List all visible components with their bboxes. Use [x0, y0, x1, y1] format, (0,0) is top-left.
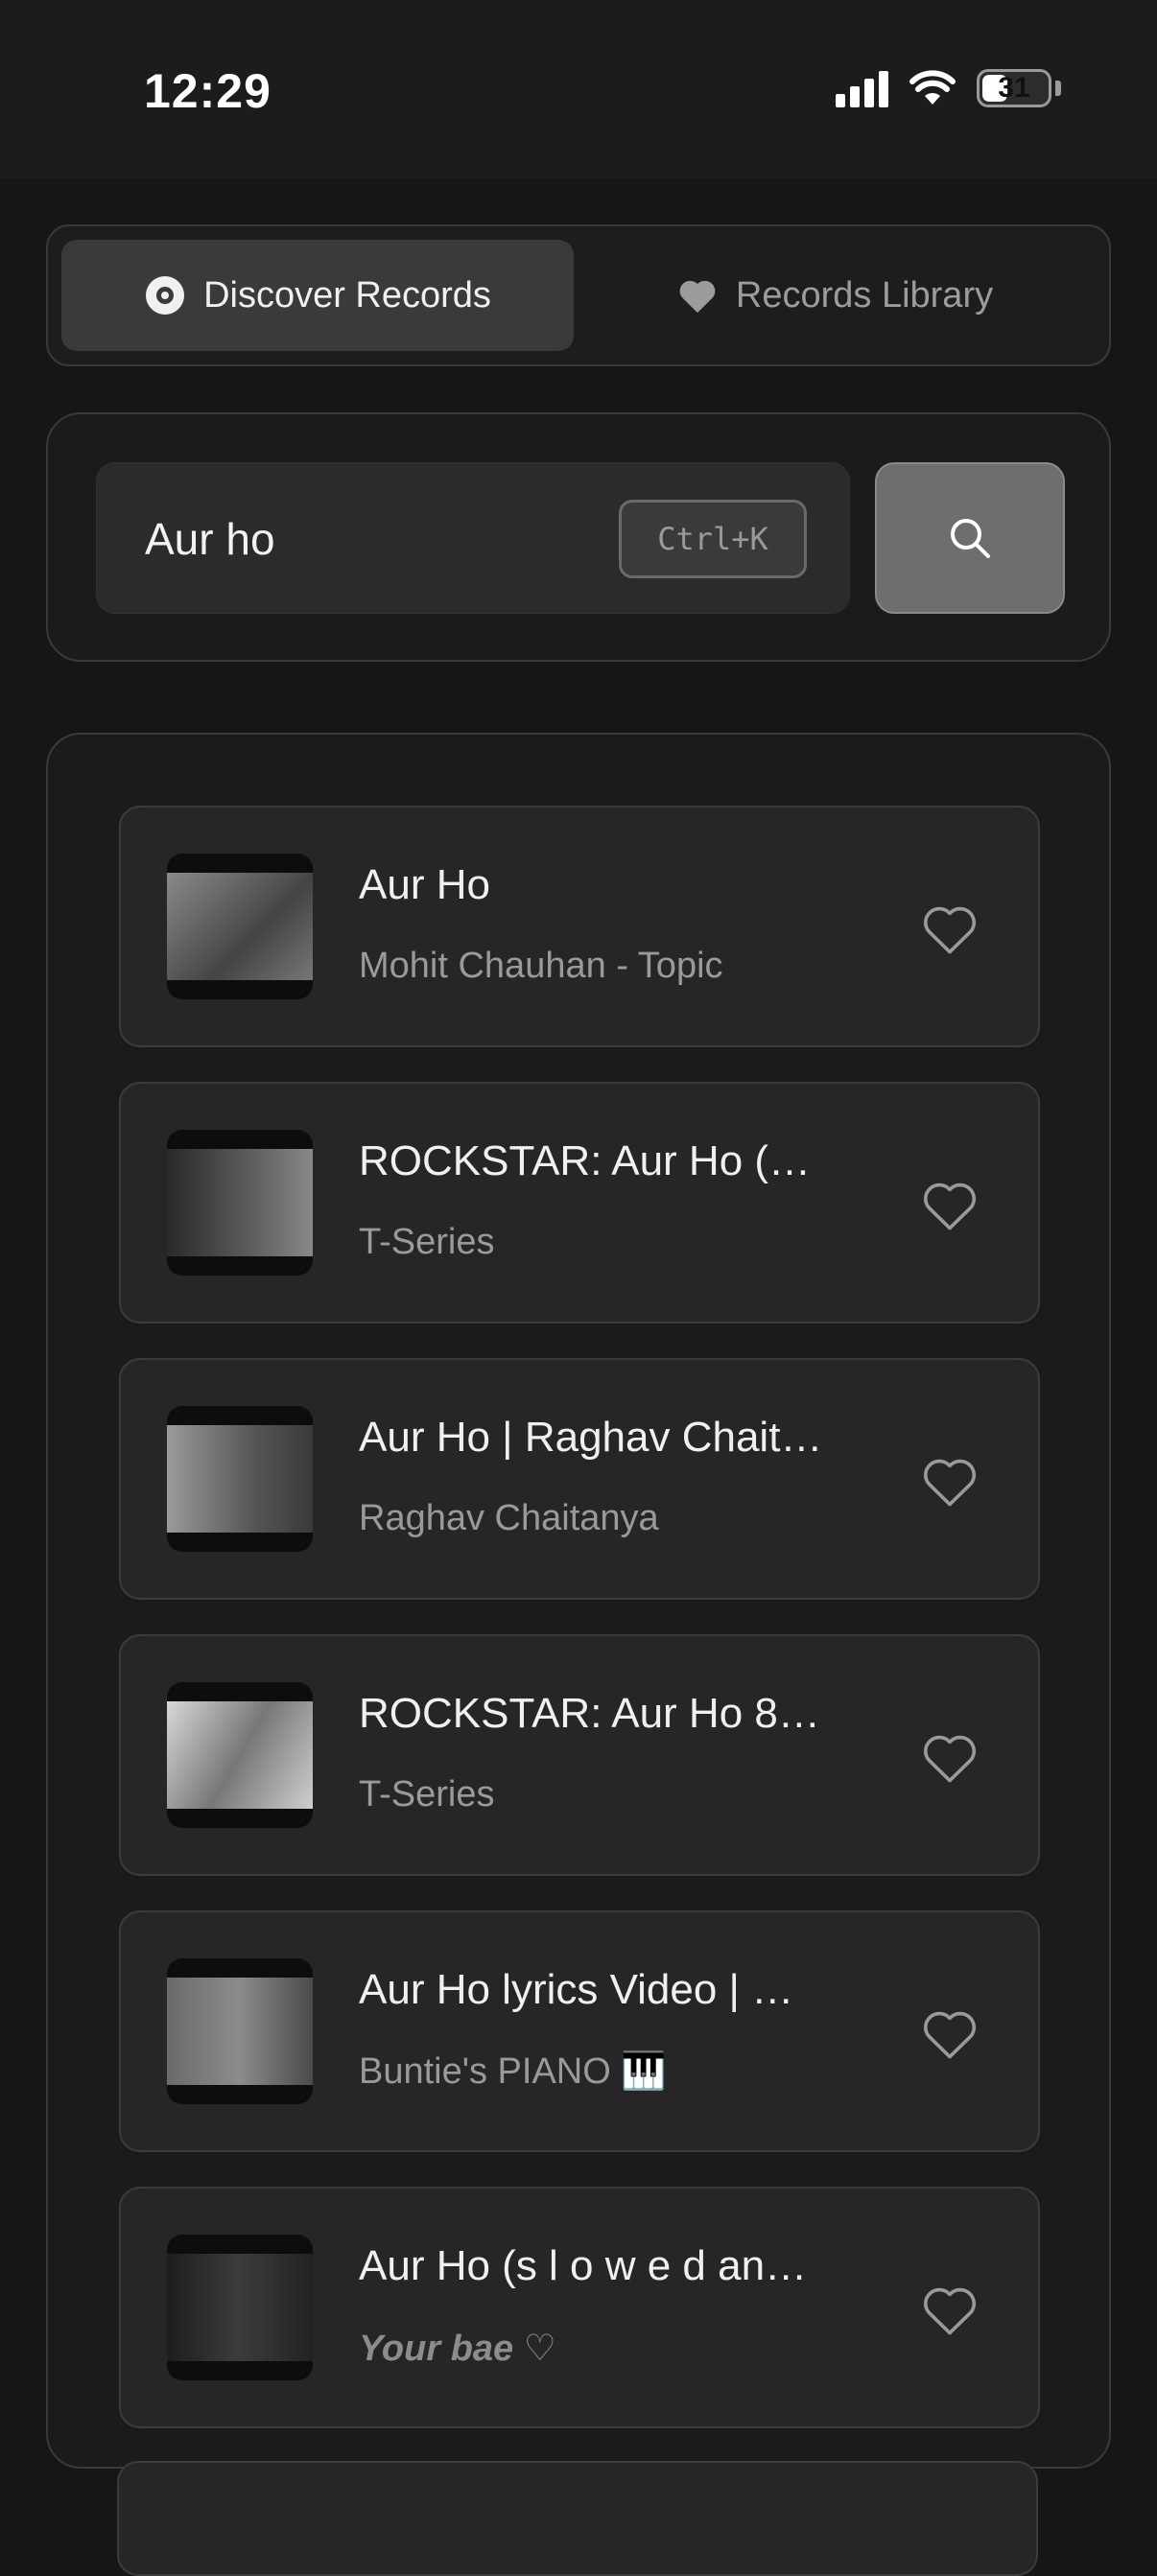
tab-records-library-label: Records Library: [735, 274, 994, 316]
favorite-button[interactable]: [915, 1172, 984, 1237]
album-thumbnail: [167, 1130, 313, 1276]
result-title: ROCKSTAR: Aur Ho 8…: [359, 1690, 820, 1737]
favorite-button[interactable]: [915, 2001, 984, 2066]
results-panel: Aur Ho Mohit Chauhan - Topic ROCKSTAR: A…: [46, 733, 1111, 2469]
search-card: Aur ho Ctrl+K: [46, 412, 1111, 662]
list-item[interactable]: Aur Ho Mohit Chauhan - Topic: [119, 806, 1040, 1047]
heart-outline-icon: [924, 906, 976, 954]
favorite-button[interactable]: [915, 896, 984, 961]
search-button[interactable]: [875, 462, 1065, 614]
battery-level: 31: [998, 72, 1030, 104]
tab-discover-records-label: Discover Records: [203, 274, 491, 316]
favorite-button[interactable]: [915, 1724, 984, 1790]
tab-records-library[interactable]: Records Library: [574, 240, 1096, 351]
tab-discover-records[interactable]: Discover Records: [61, 240, 574, 351]
list-item[interactable]: Aur Ho (s l o w e d an… Your bae ♡: [119, 2187, 1040, 2428]
view-tabs: Discover Records Records Library: [46, 224, 1111, 366]
heart-outline-icon: [924, 1735, 976, 1783]
result-artist: T-Series: [359, 1774, 495, 1815]
list-item[interactable]: ROCKSTAR: Aur Ho 8… T-Series: [119, 1634, 1040, 1876]
heart-outline-icon: [924, 1459, 976, 1507]
list-item-partial[interactable]: [117, 2461, 1038, 2576]
result-artist: T-Series: [359, 1222, 495, 1262]
results-list: Aur Ho Mohit Chauhan - Topic ROCKSTAR: A…: [119, 806, 1040, 2463]
album-thumbnail: [167, 854, 313, 999]
disc-icon: [144, 274, 186, 316]
cellular-signal-icon: [836, 69, 888, 107]
heart-outline-icon: [924, 2287, 976, 2335]
album-thumbnail: [167, 1682, 313, 1828]
album-thumbnail: [167, 1958, 313, 2104]
result-title: Aur Ho | Raghav Chait…: [359, 1414, 823, 1461]
favorite-button[interactable]: [915, 1448, 984, 1513]
keyboard-shortcut-badge: Ctrl+K: [619, 500, 807, 578]
wifi-icon: [909, 70, 956, 105]
result-artist: Buntie's PIANO 🎹: [359, 2051, 667, 2092]
album-thumbnail: [167, 1406, 313, 1552]
result-artist: Raghav Chaitanya: [359, 1498, 659, 1538]
result-title: Aur Ho (s l o w e d an…: [359, 2242, 808, 2289]
list-item[interactable]: ROCKSTAR: Aur Ho (… T-Series: [119, 1082, 1040, 1323]
list-item[interactable]: Aur Ho lyrics Video | … Buntie's PIANO 🎹: [119, 1910, 1040, 2152]
status-bar: 12:29 31: [0, 0, 1157, 178]
search-input-value: Aur ho: [145, 514, 275, 564]
search-input[interactable]: Aur ho Ctrl+K: [96, 462, 850, 614]
list-item[interactable]: Aur Ho | Raghav Chait… Raghav Chaitanya: [119, 1358, 1040, 1600]
status-icons: 31: [836, 69, 1061, 107]
result-artist: Mohit Chauhan - Topic: [359, 946, 723, 986]
heart-outline-icon: [924, 2011, 976, 2059]
status-time: 12:29: [144, 64, 272, 118]
battery-icon: 31: [977, 69, 1051, 107]
album-thumbnail: [167, 2235, 313, 2380]
battery-tip: [1055, 81, 1061, 96]
heart-outline-icon: [924, 1183, 976, 1230]
result-title: Aur Ho: [359, 861, 490, 908]
result-artist: Your bae ♡: [359, 2329, 556, 2369]
result-title: Aur Ho lyrics Video | …: [359, 1966, 794, 2013]
favorite-button[interactable]: [915, 2277, 984, 2342]
heart-filled-icon: [676, 274, 719, 316]
result-title: ROCKSTAR: Aur Ho (…: [359, 1137, 812, 1184]
search-icon: [951, 519, 990, 558]
